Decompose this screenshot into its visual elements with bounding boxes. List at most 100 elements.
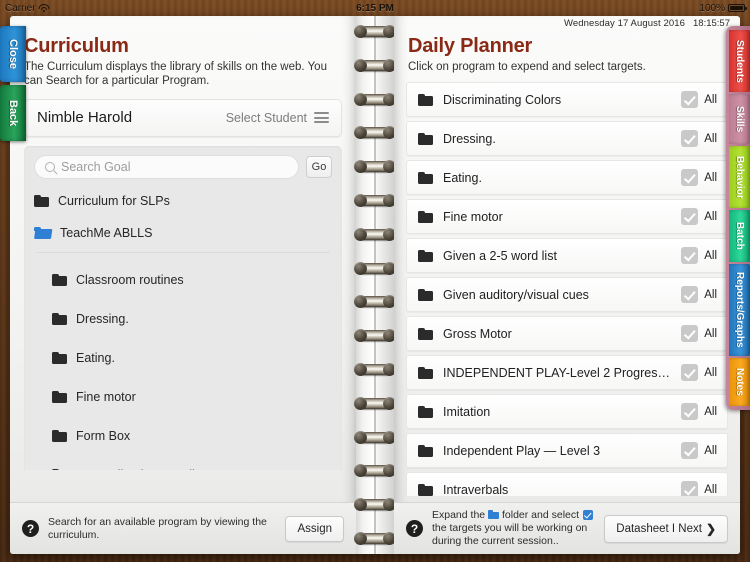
- all-label: All: [704, 327, 717, 340]
- table-row[interactable]: INDEPENDENT PLAY-Level 2 Progress Trac… …: [406, 355, 728, 391]
- chevron-right-icon: ❯: [705, 521, 716, 536]
- list-item[interactable]: Dressing.: [34, 300, 332, 339]
- select-all-checkbox[interactable]: [681, 481, 699, 497]
- planner-hint-part1: Expand the: [432, 509, 486, 522]
- folder-closed-icon: [52, 352, 67, 365]
- all-label: All: [704, 249, 717, 262]
- planner-program-list[interactable]: Discriminating Colors All Dressing. All …: [406, 82, 730, 497]
- program-label: Imitation: [443, 404, 491, 419]
- table-row[interactable]: Given a 2-5 word list All: [406, 238, 728, 274]
- folder-closed-icon: [418, 171, 433, 184]
- go-button[interactable]: Go: [306, 155, 332, 178]
- close-tab[interactable]: Close: [0, 26, 26, 82]
- select-all-checkbox[interactable]: [681, 91, 699, 109]
- binding-ring: [354, 531, 396, 545]
- binding-ring: [354, 295, 396, 309]
- hamburger-icon[interactable]: [314, 112, 329, 124]
- table-row[interactable]: Fine motor All: [406, 199, 728, 235]
- binding-ring: [354, 396, 396, 410]
- tab-notes[interactable]: Notes: [729, 358, 750, 406]
- program-row-right: All: [681, 208, 717, 226]
- list-item[interactable]: Eating.: [34, 339, 332, 378]
- table-row[interactable]: Intraverbals All: [406, 472, 728, 497]
- list-item[interactable]: Form Box: [34, 417, 332, 456]
- select-all-checkbox[interactable]: [681, 364, 699, 382]
- search-input[interactable]: [61, 159, 288, 174]
- list-item[interactable]: Generalized responding: [34, 456, 332, 470]
- list-item-label: TeachMe ABLLS: [60, 225, 153, 240]
- tab-batch[interactable]: Batch: [729, 210, 750, 262]
- folder-open-icon: [34, 226, 53, 239]
- all-label: All: [704, 288, 717, 301]
- select-all-checkbox[interactable]: [681, 130, 699, 148]
- select-all-checkbox[interactable]: [681, 169, 699, 187]
- ios-status-bar: Carrier 6:15 PM 100%: [0, 0, 750, 16]
- table-row[interactable]: Eating. All: [406, 160, 728, 196]
- tab-behavior[interactable]: Behavior: [729, 146, 750, 208]
- program-row-right: All: [681, 91, 717, 109]
- planner-subtitle: Click on program to expend and select ta…: [408, 61, 646, 73]
- spiral-binding: [354, 16, 396, 554]
- select-all-checkbox[interactable]: [681, 403, 699, 421]
- program-row-right: All: [681, 364, 717, 382]
- list-item-curriculum-for-slps[interactable]: Curriculum for SLPs: [34, 185, 332, 217]
- list-item[interactable]: Classroom routines: [34, 261, 332, 300]
- tab-students[interactable]: Students: [729, 30, 750, 92]
- select-all-checkbox[interactable]: [681, 208, 699, 226]
- datasheet-next-button[interactable]: Datasheet I Next ❯: [604, 514, 728, 543]
- back-tab[interactable]: Back: [0, 85, 26, 141]
- battery-percent-label: 100%: [699, 2, 725, 14]
- list-item-teachme-ablls[interactable]: TeachMe ABLLS: [34, 217, 332, 249]
- folder-closed-icon: [418, 483, 433, 496]
- planner-hint: Expand the folder and select the targets…: [432, 509, 595, 547]
- daily-planner-page: Wednesday 17 August 2016 18:15:57 Daily …: [394, 16, 740, 554]
- list-item-label: Generalized responding: [76, 468, 209, 470]
- select-all-checkbox[interactable]: [681, 442, 699, 460]
- select-all-checkbox[interactable]: [681, 247, 699, 265]
- list-item-label: Fine motor: [76, 390, 136, 405]
- folder-closed-icon: [418, 249, 433, 262]
- table-row[interactable]: Given auditory/visual cues All: [406, 277, 728, 313]
- select-all-checkbox[interactable]: [681, 286, 699, 304]
- program-row-right: All: [681, 403, 717, 421]
- tab-skills[interactable]: Skills: [729, 94, 750, 144]
- folder-closed-icon: [418, 288, 433, 301]
- select-all-checkbox[interactable]: [681, 325, 699, 343]
- search-goal-box[interactable]: [34, 154, 299, 179]
- list-item-label: Curriculum for SLPs: [58, 193, 170, 208]
- student-selector[interactable]: Nimble Harold Select Student: [24, 98, 342, 137]
- planner-hint-part3: the targets you will be working on durin…: [432, 522, 588, 547]
- program-row-right: All: [681, 481, 717, 497]
- assign-button[interactable]: Assign: [285, 515, 344, 542]
- binding-ring: [354, 430, 396, 444]
- all-label: All: [704, 366, 717, 379]
- list-item-label: Classroom routines: [76, 273, 184, 288]
- program-label: Gross Motor: [443, 326, 512, 341]
- planner-footer: ? Expand the folder and select the targe…: [394, 502, 740, 554]
- all-label: All: [704, 483, 717, 496]
- table-row[interactable]: Discriminating Colors All: [406, 82, 728, 118]
- left-tab-strip: Close Back: [0, 26, 26, 141]
- list-item[interactable]: Fine motor: [34, 378, 332, 417]
- binding-ring: [354, 160, 396, 174]
- program-label: Independent Play — Level 3: [443, 443, 601, 458]
- program-label: Eating.: [443, 170, 482, 185]
- folder-closed-icon: [52, 430, 67, 443]
- program-row-right: All: [681, 325, 717, 343]
- tab-reports-graphs[interactable]: Reports/Graphs: [729, 264, 750, 356]
- program-label: Given auditory/visual cues: [443, 287, 589, 302]
- binding-ring: [354, 92, 396, 106]
- question-mark-icon: ?: [22, 520, 39, 537]
- table-row[interactable]: Dressing. All: [406, 121, 728, 157]
- table-row[interactable]: Gross Motor All: [406, 316, 728, 352]
- curriculum-root-list: Curriculum for SLPs TeachMe ABLLS: [34, 185, 332, 249]
- curriculum-footer: ? Search for an available program by vie…: [10, 502, 356, 554]
- table-row[interactable]: Imitation All: [406, 394, 728, 430]
- status-bar-clock: 6:15 PM: [356, 2, 394, 14]
- student-name: Nimble Harold: [37, 109, 133, 127]
- planner-hint-part2: folder and select: [501, 509, 580, 522]
- table-row[interactable]: Independent Play — Level 3 All: [406, 433, 728, 469]
- folder-closed-icon: [52, 391, 67, 404]
- page-subtitle: The Curriculum displays the library of s…: [24, 61, 327, 88]
- folder-closed-icon: [418, 405, 433, 418]
